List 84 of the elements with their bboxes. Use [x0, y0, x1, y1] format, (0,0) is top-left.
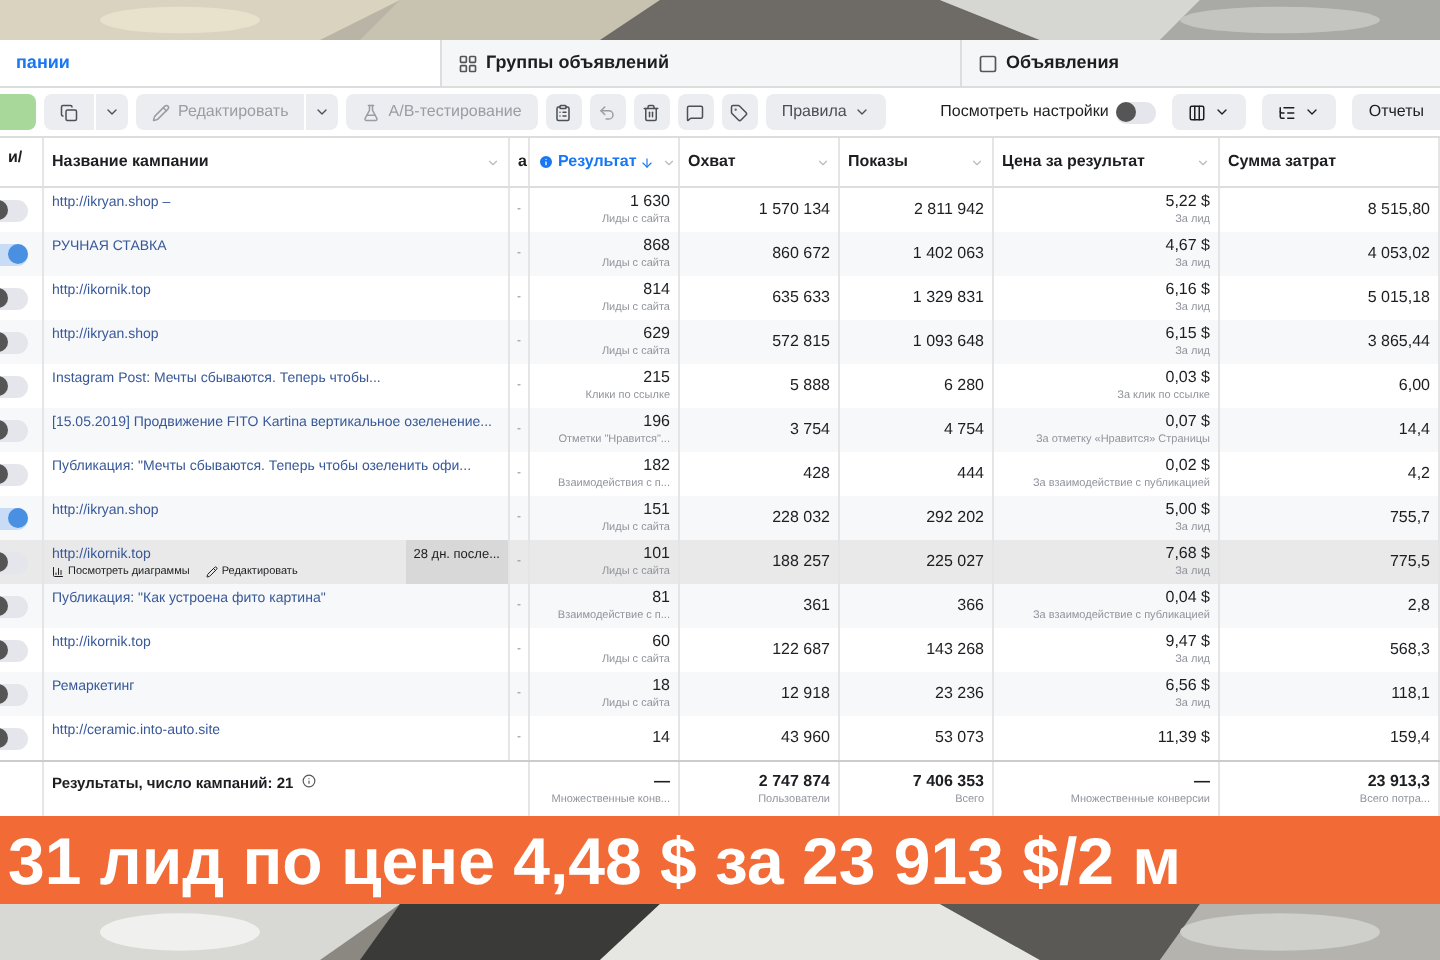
- reach-value: 188 257: [772, 552, 830, 572]
- impressions-value: 225 027: [926, 552, 984, 572]
- reach-value: 3 754: [789, 420, 830, 440]
- reach-value: 860 672: [772, 244, 830, 264]
- cost-value: 0,02 $: [1165, 456, 1210, 476]
- column-header[interactable]: Показы: [848, 150, 908, 174]
- result-value: 182: [643, 456, 670, 476]
- reach-value: 12 918: [781, 684, 830, 704]
- tab[interactable]: Объявления: [960, 40, 1440, 86]
- spent-value: 755,7: [1389, 508, 1430, 528]
- spent-value: 2,8: [1407, 596, 1430, 616]
- column-header[interactable]: Охват: [688, 150, 736, 174]
- rules-dropdown[interactable]: Правила: [765, 94, 887, 130]
- spent-value: 568,3: [1389, 640, 1430, 660]
- spent-value: 14,4: [1398, 420, 1430, 440]
- cost-value: 5,22 $: [1165, 192, 1210, 212]
- impressions-value: 292 202: [926, 508, 984, 528]
- spent-value: 6,00: [1398, 376, 1430, 396]
- impressions-value: 444: [957, 464, 984, 484]
- column-header[interactable]: Название кампании: [52, 150, 209, 174]
- spent-value: 4,2: [1407, 464, 1430, 484]
- impressions-value: 143 268: [926, 640, 984, 660]
- result-value: 215: [643, 368, 670, 388]
- impressions-value: 4 754: [943, 420, 984, 440]
- total-value: 23 913,3: [1367, 771, 1430, 791]
- cost-value: 0,04 $: [1165, 588, 1210, 608]
- cost-value: 11,39 $: [1157, 728, 1210, 748]
- cost-value: 6,56 $: [1165, 676, 1210, 696]
- reports-button[interactable]: Отчеты: [1352, 94, 1440, 130]
- impressions-value: 1 402 063: [912, 244, 984, 264]
- result-value: 101: [643, 544, 670, 564]
- result-value: 81: [652, 588, 670, 608]
- spent-value: 159,4: [1389, 728, 1430, 748]
- tab[interactable]: Группы объявлений: [440, 40, 960, 86]
- impressions-value: 1 329 831: [912, 288, 984, 308]
- result-value: 151: [643, 500, 670, 520]
- spent-value: 4 053,02: [1367, 244, 1430, 264]
- headline: 31 лид по цене 4,48 $ за 23 913 $/2 м: [8, 827, 1182, 893]
- reach-value: 43 960: [781, 728, 830, 748]
- impressions-value: 53 073: [935, 728, 984, 748]
- impressions-value: 2 811 942: [914, 200, 984, 220]
- total-value: 7 406 353: [912, 771, 984, 791]
- cost-value: 0,03 $: [1165, 368, 1210, 388]
- column-header[interactable]: Результат: [558, 150, 637, 174]
- spent-value: 775,5: [1389, 552, 1430, 572]
- cost-value: 6,15 $: [1165, 324, 1210, 344]
- spent-value: 8 515,80: [1367, 200, 1430, 220]
- cost-value: 6,16 $: [1165, 280, 1210, 300]
- cost-value: 9,47 $: [1165, 632, 1210, 652]
- column-header[interactable]: Сумма затрат: [1228, 150, 1337, 174]
- impressions-value: 23 236: [935, 684, 984, 704]
- cost-value: 0,07 $: [1165, 412, 1210, 432]
- cost-value: 7,68 $: [1165, 544, 1210, 564]
- reach-value: 572 815: [772, 332, 830, 352]
- column-header[interactable]: а: [518, 150, 527, 174]
- reach-value: 635 633: [772, 288, 830, 308]
- total-value: —: [654, 771, 670, 791]
- reach-value: 1 570 134: [758, 200, 830, 220]
- impressions-value: 1 093 648: [912, 332, 984, 352]
- total-value: —: [1194, 771, 1210, 791]
- result-value: 629: [643, 324, 670, 344]
- reach-value: 122 687: [772, 640, 830, 660]
- reach-value: 361: [803, 596, 830, 616]
- spent-value: 118,1: [1391, 684, 1430, 704]
- impressions-value: 366: [957, 596, 984, 616]
- cost-value: 5,00 $: [1165, 500, 1210, 520]
- spent-value: 3 865,44: [1367, 332, 1430, 352]
- column-header[interactable]: и/: [8, 146, 23, 170]
- reach-value: 228 032: [772, 508, 830, 528]
- total-value: 2 747 874: [758, 771, 830, 791]
- result-value: 1 630: [629, 192, 670, 212]
- reach-value: 428: [803, 464, 830, 484]
- settings-label: Посмотреть настройки: [940, 100, 1109, 124]
- result-value: 196: [643, 412, 670, 432]
- spent-value: 5 015,18: [1367, 288, 1430, 308]
- cost-value: 4,67 $: [1165, 236, 1210, 256]
- reach-value: 5 888: [789, 376, 830, 396]
- result-value: 60: [652, 632, 670, 652]
- column-header[interactable]: Цена за результат: [1002, 150, 1145, 174]
- result-value: 868: [643, 236, 670, 256]
- result-value: 14: [652, 728, 670, 748]
- result-value: 814: [643, 280, 670, 300]
- impressions-value: 6 280: [943, 376, 984, 396]
- result-value: 18: [652, 676, 670, 696]
